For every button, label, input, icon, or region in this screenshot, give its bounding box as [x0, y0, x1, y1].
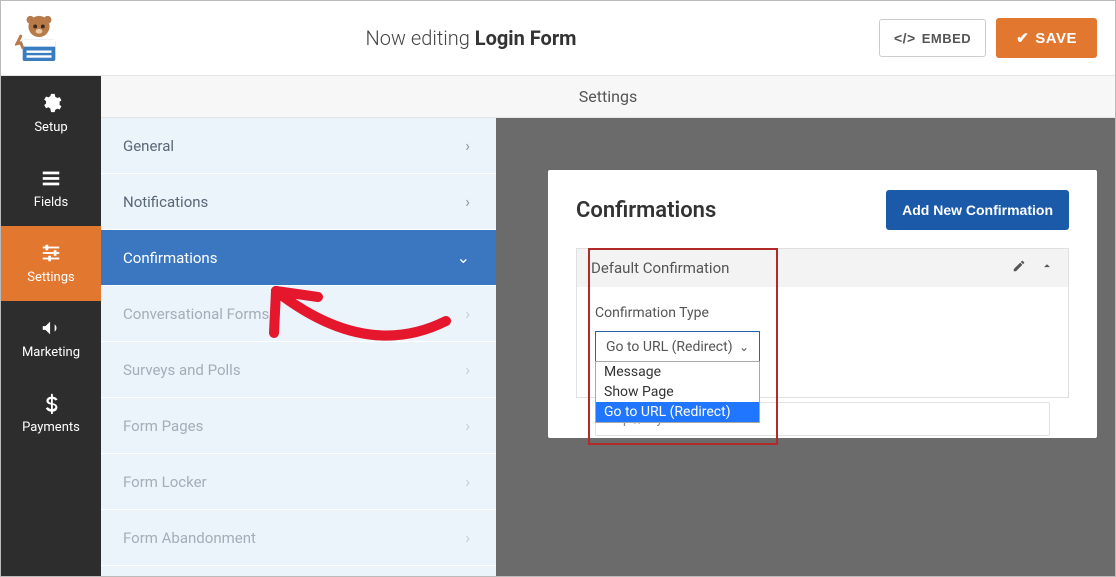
- settings-item-confirmations[interactable]: Confirmations ⌄: [101, 230, 496, 286]
- section-header: Settings: [101, 76, 1115, 118]
- rail-item-setup[interactable]: Setup: [1, 76, 101, 151]
- settings-item-form-abandonment[interactable]: Form Abandonment ›: [101, 510, 496, 566]
- chevron-right-icon: ›: [465, 192, 470, 211]
- left-rail: Setup Fields Settings Marketing Payments: [1, 76, 101, 576]
- sliders-icon: [40, 242, 62, 264]
- rail-item-settings[interactable]: Settings: [1, 226, 101, 301]
- page-title: Now editing Login Form: [63, 26, 879, 50]
- dropdown-option-show-page[interactable]: Show Page: [596, 382, 759, 402]
- rail-label: Setup: [34, 120, 67, 135]
- confirmation-type-dropdown: Message Show Page Go to URL (Redirect): [595, 361, 760, 423]
- chevron-right-icon: ›: [465, 416, 470, 435]
- card-title: Confirmations: [576, 198, 716, 223]
- dollar-icon: [40, 392, 62, 414]
- app-logo: [15, 13, 63, 63]
- check-icon: ✔: [1016, 29, 1029, 47]
- rail-item-payments[interactable]: Payments: [1, 376, 101, 451]
- code-icon: </>: [894, 30, 916, 46]
- settings-item-conversational[interactable]: Conversational Forms ›: [101, 286, 496, 342]
- chevron-down-icon: ⌄: [457, 248, 470, 267]
- gear-icon: [40, 92, 62, 114]
- rail-label: Marketing: [22, 345, 80, 360]
- confirmation-item: Default Confirmation Confirmation Type: [576, 248, 1069, 398]
- pencil-icon[interactable]: [1012, 259, 1026, 277]
- chevron-right-icon: ›: [465, 304, 470, 323]
- settings-item-form-locker[interactable]: Form Locker ›: [101, 454, 496, 510]
- chevron-right-icon: ›: [465, 472, 470, 491]
- confirmations-card: Confirmations Add New Confirmation Defau…: [548, 170, 1097, 438]
- settings-item-notifications[interactable]: Notifications ›: [101, 174, 496, 230]
- dropdown-option-redirect[interactable]: Go to URL (Redirect): [596, 402, 759, 422]
- bullhorn-icon: [40, 317, 62, 339]
- add-confirmation-button[interactable]: Add New Confirmation: [886, 190, 1069, 230]
- top-bar: Now editing Login Form </> EMBED ✔ SAVE: [1, 1, 1115, 76]
- rail-label: Settings: [27, 270, 74, 285]
- chevron-right-icon: ›: [465, 528, 470, 547]
- rail-label: Payments: [22, 420, 80, 435]
- settings-panel: General › Notifications › Confirmations …: [101, 118, 496, 576]
- confirmation-type-select[interactable]: Go to URL (Redirect) ⌄: [595, 331, 760, 363]
- settings-item-form-pages[interactable]: Form Pages ›: [101, 398, 496, 454]
- save-button[interactable]: ✔ SAVE: [996, 18, 1097, 58]
- chevron-down-icon: ⌄: [739, 340, 749, 354]
- rail-item-marketing[interactable]: Marketing: [1, 301, 101, 376]
- chevron-right-icon: ›: [465, 360, 470, 379]
- editing-prefix: Now editing: [366, 26, 475, 50]
- chevron-up-icon[interactable]: [1040, 259, 1054, 277]
- form-name: Login Form: [475, 26, 577, 50]
- list-icon: [40, 167, 62, 189]
- chevron-right-icon: ›: [465, 136, 470, 155]
- rail-label: Fields: [34, 195, 68, 210]
- rail-item-fields[interactable]: Fields: [1, 151, 101, 226]
- confirmation-type-label: Confirmation Type: [595, 305, 1050, 321]
- settings-item-general[interactable]: General ›: [101, 118, 496, 174]
- settings-item-surveys[interactable]: Surveys and Polls ›: [101, 342, 496, 398]
- dropdown-option-message[interactable]: Message: [596, 362, 759, 382]
- embed-button[interactable]: </> EMBED: [879, 19, 986, 57]
- confirmation-header[interactable]: Default Confirmation: [577, 249, 1068, 287]
- content-area: Confirmations Add New Confirmation Defau…: [496, 118, 1115, 576]
